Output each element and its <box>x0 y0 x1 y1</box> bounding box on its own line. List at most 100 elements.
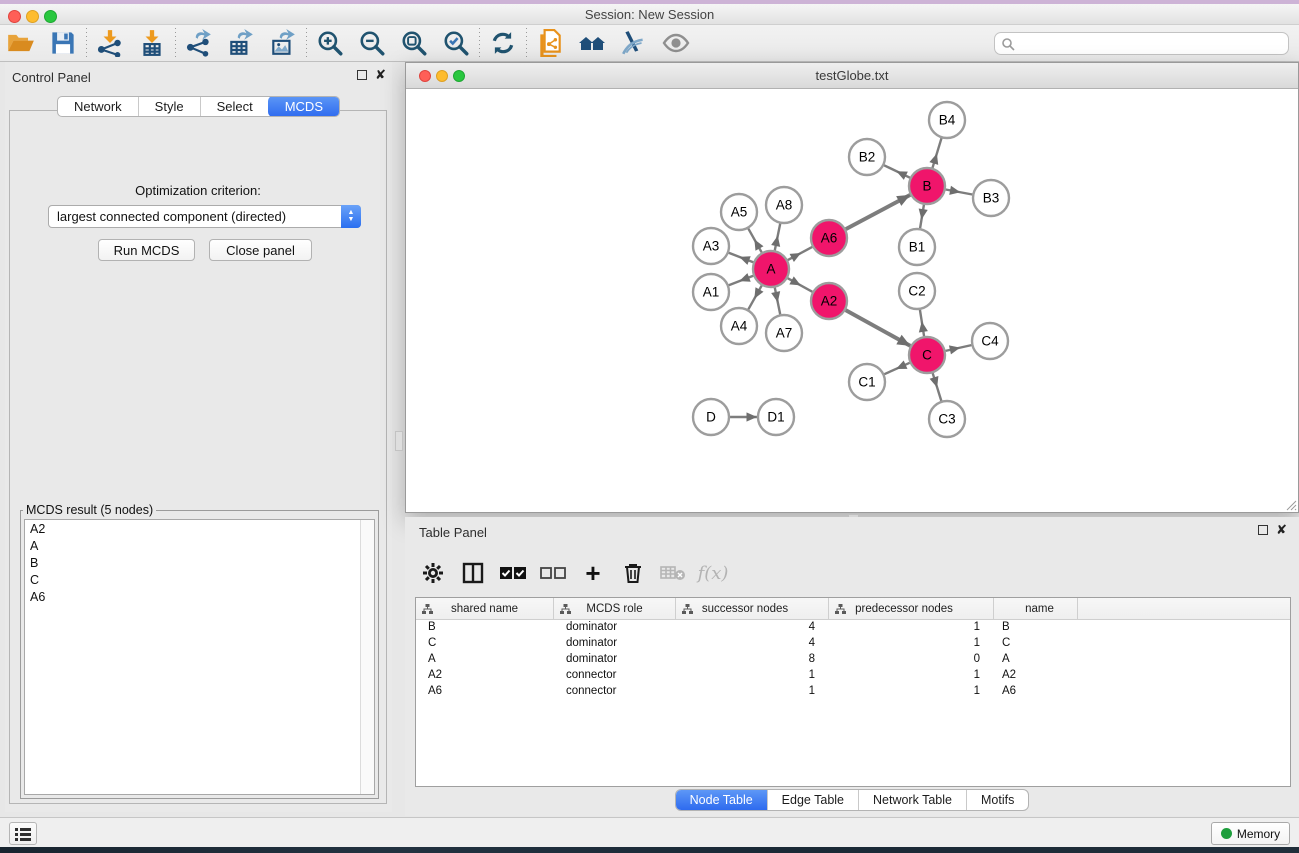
network-canvas[interactable]: A A1 A2 A3 A4 A5 A6 A7 A8 B B1 B2 B3 B4 C C1 C2 C3 C4 D D1 <box>406 89 1298 512</box>
table-cell: A <box>416 652 554 668</box>
import-network-icon[interactable] <box>89 26 131 60</box>
home-views-icon[interactable] <box>571 26 613 60</box>
network-document-icon[interactable] <box>529 26 571 60</box>
show-hide-eye-icon[interactable] <box>655 26 697 60</box>
deselect-all-checkboxes-icon[interactable] <box>535 556 571 590</box>
visual-styles-icon[interactable] <box>613 26 655 60</box>
table-close-panel-icon[interactable]: ✘ <box>1276 525 1287 535</box>
mcds-result-item[interactable]: A6 <box>25 588 374 605</box>
mcds-result-item[interactable]: A2 <box>25 520 374 537</box>
graph-node-C4[interactable]: C4 <box>972 323 1008 359</box>
svg-text:C3: C3 <box>938 412 955 427</box>
edge-arrowhead <box>739 273 750 282</box>
table-row[interactable]: Cdominator41C <box>416 636 1290 652</box>
delete-column-icon[interactable] <box>615 556 651 590</box>
column-header-predecessor-nodes[interactable]: predecessor nodes <box>829 598 994 619</box>
tab-style[interactable]: Style <box>138 97 200 116</box>
tab-network[interactable]: Network <box>58 97 138 116</box>
graph-node-A5[interactable]: A5 <box>721 194 757 230</box>
select-all-checkboxes-icon[interactable] <box>495 556 531 590</box>
column-layout-icon[interactable] <box>455 556 491 590</box>
refresh-icon[interactable] <box>482 26 524 60</box>
save-session-icon[interactable] <box>42 26 84 60</box>
graph-node-A6[interactable]: A6 <box>811 220 847 256</box>
graph-node-A7[interactable]: A7 <box>766 315 802 351</box>
zoom-fit-icon[interactable] <box>393 26 435 60</box>
task-history-button[interactable] <box>9 822 37 845</box>
column-header-MCDS-role[interactable]: MCDS role <box>554 598 676 619</box>
table-cell: A2 <box>416 668 554 684</box>
graph-node-C[interactable]: C <box>909 337 945 373</box>
edge-arrowhead <box>919 321 928 332</box>
tab-motifs[interactable]: Motifs <box>966 790 1028 810</box>
export-table-icon[interactable] <box>220 26 262 60</box>
graph-node-C2[interactable]: C2 <box>899 273 935 309</box>
table-row[interactable]: A2connector11A2 <box>416 668 1290 684</box>
graph-node-A2[interactable]: A2 <box>811 283 847 319</box>
export-image-icon[interactable] <box>262 26 304 60</box>
svg-text:B1: B1 <box>909 240 926 255</box>
mcds-result-item[interactable]: A <box>25 537 374 554</box>
graph-node-D[interactable]: D <box>693 399 729 435</box>
memory-button[interactable]: Memory <box>1211 822 1290 845</box>
graph-node-B2[interactable]: B2 <box>849 139 885 175</box>
tab-select[interactable]: Select <box>200 97 269 116</box>
export-network-icon[interactable] <box>178 26 220 60</box>
table-cell: dominator <box>554 652 676 668</box>
svg-text:D1: D1 <box>767 410 784 425</box>
result-list-scrollbar[interactable] <box>360 520 374 794</box>
table-row[interactable]: Adominator80A <box>416 652 1290 668</box>
resize-grip-icon[interactable] <box>1285 499 1297 511</box>
graph-node-B[interactable]: B <box>909 168 945 204</box>
graph-node-D1[interactable]: D1 <box>758 399 794 435</box>
import-table-icon[interactable] <box>131 26 173 60</box>
zoom-out-icon[interactable] <box>351 26 393 60</box>
mcds-result-title: MCDS result (5 nodes) <box>23 503 156 517</box>
toolbar-separator <box>86 28 87 58</box>
tab-node-table[interactable]: Node Table <box>676 790 767 810</box>
column-header-name[interactable]: name <box>994 598 1078 619</box>
zoom-in-icon[interactable] <box>309 26 351 60</box>
graph-node-B4[interactable]: B4 <box>929 102 965 138</box>
close-panel-button[interactable]: Close panel <box>209 239 312 261</box>
svg-text:A6: A6 <box>821 231 838 246</box>
graph-node-A1[interactable]: A1 <box>693 274 729 310</box>
zoom-selected-icon[interactable] <box>435 26 477 60</box>
run-mcds-button[interactable]: Run MCDS <box>98 239 195 261</box>
tab-mcds[interactable]: MCDS <box>268 96 340 117</box>
graph-node-A4[interactable]: A4 <box>721 308 757 344</box>
tab-edge-table[interactable]: Edge Table <box>767 790 858 810</box>
close-panel-icon[interactable]: ✘ <box>375 70 386 80</box>
add-column-icon[interactable]: + <box>575 556 611 590</box>
float-panel-icon[interactable] <box>357 70 367 80</box>
vertical-splitter-handle[interactable] <box>395 431 403 451</box>
criterion-dropdown[interactable]: largest connected component (directed) ▲… <box>48 205 361 228</box>
node-table-header: shared nameMCDS rolesuccessor nodesprede… <box>416 598 1290 620</box>
settings-gear-icon[interactable] <box>415 556 451 590</box>
column-header-successor-nodes[interactable]: successor nodes <box>676 598 829 619</box>
graph-node-B1[interactable]: B1 <box>899 229 935 265</box>
window-title: Session: New Session <box>0 7 1299 22</box>
search-input[interactable] <box>1015 37 1288 51</box>
table-row[interactable]: Bdominator41B <box>416 620 1290 636</box>
mcds-result-item[interactable]: C <box>25 571 374 588</box>
table-cell: connector <box>554 684 676 700</box>
table-float-panel-icon[interactable] <box>1258 525 1268 535</box>
mcds-result-item[interactable]: B <box>25 554 374 571</box>
tab-network-table[interactable]: Network Table <box>858 790 966 810</box>
open-file-icon[interactable] <box>0 26 42 60</box>
edge-arrowhead <box>919 208 928 219</box>
optimization-criterion-label: Optimization criterion: <box>10 183 386 198</box>
graph-node-A3[interactable]: A3 <box>693 228 729 264</box>
graph-node-A[interactable]: A <box>753 251 789 287</box>
graph-node-A8[interactable]: A8 <box>766 187 802 223</box>
table-tabbar: Node TableEdge TableNetwork TableMotifs <box>405 789 1299 811</box>
graph-node-B3[interactable]: B3 <box>973 180 1009 216</box>
graph-node-C1[interactable]: C1 <box>849 364 885 400</box>
table-row[interactable]: A6connector11A6 <box>416 684 1290 700</box>
graph-node-C3[interactable]: C3 <box>929 401 965 437</box>
table-cell: 8 <box>676 652 829 668</box>
search-box[interactable] <box>994 32 1289 55</box>
column-header-shared-name[interactable]: shared name <box>416 598 554 619</box>
edge-arrowhead <box>771 236 780 247</box>
